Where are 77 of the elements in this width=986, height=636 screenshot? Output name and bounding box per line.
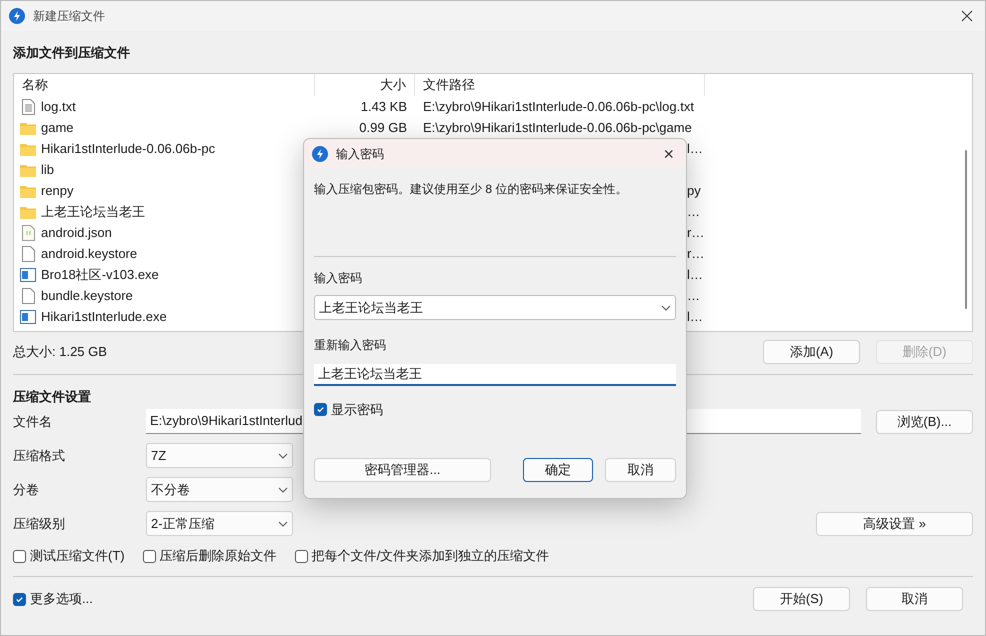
file-name: android.keystore bbox=[41, 244, 138, 263]
app-logo-icon bbox=[9, 8, 25, 24]
field-label: 输入密码 bbox=[314, 270, 363, 285]
file-name: Bro18社区-v103.exe bbox=[41, 266, 159, 284]
button[interactable]: 添加(A) bbox=[763, 340, 860, 364]
button[interactable]: 开始(S) bbox=[753, 587, 850, 611]
password-confirm-field[interactable]: 上老王论坛当老王 bbox=[314, 364, 676, 386]
text-file-icon bbox=[22, 98, 34, 114]
field-label: 重新输入密码 bbox=[314, 337, 387, 352]
file-path: E:\zybro\9Hikari1stInterlude-0.06.06b-pc\game bbox=[423, 120, 692, 135]
program-icon bbox=[20, 310, 36, 324]
file-name: Hikari1stInterlude.exe bbox=[41, 308, 167, 326]
file-path: l… bbox=[687, 140, 703, 156]
chevron-down-icon bbox=[661, 304, 671, 310]
file-name: log.txt bbox=[41, 98, 76, 116]
button[interactable]: 取消 bbox=[866, 587, 963, 611]
file-path: l… bbox=[687, 266, 703, 282]
file-name: 上老王论坛当老王 bbox=[41, 202, 145, 221]
file-path: l… bbox=[687, 308, 703, 324]
column-header[interactable]: 名称 bbox=[14, 74, 315, 96]
file-name: lib bbox=[41, 160, 54, 179]
total-size: 总大小: 1.25 GB bbox=[13, 343, 107, 362]
file-name: game bbox=[41, 118, 74, 137]
file-name: android.json bbox=[41, 224, 112, 242]
folder-icon bbox=[20, 204, 36, 218]
section-title: 压缩文件设置 bbox=[13, 388, 92, 405]
checkbox[interactable]: 更多选项... bbox=[13, 589, 93, 609]
field-label: 分卷 bbox=[13, 480, 40, 499]
chevron-down-icon bbox=[278, 486, 288, 492]
check-icon bbox=[15, 594, 24, 604]
file-path: r… bbox=[687, 246, 704, 261]
file-path: py bbox=[687, 182, 701, 198]
file-path: … bbox=[687, 204, 700, 219]
dialog-message: 输入压缩包密码。建议使用至少 8 位的密码来保证安全性。 bbox=[314, 181, 628, 198]
button[interactable]: 高级设置 » bbox=[816, 512, 973, 536]
json-file-icon bbox=[22, 224, 34, 240]
folder-icon bbox=[20, 142, 36, 156]
button[interactable]: 确定 bbox=[523, 458, 593, 482]
dropdown[interactable]: 2-正常压缩 bbox=[146, 511, 293, 536]
dropdown[interactable]: 不分卷 bbox=[146, 477, 293, 502]
file-path: r… bbox=[687, 224, 704, 240]
password-dropdown[interactable]: 上老王论坛当老王 bbox=[314, 295, 676, 320]
window-title: 新建压缩文件 bbox=[33, 8, 105, 25]
checkbox[interactable]: 测试压缩文件(T) bbox=[13, 546, 125, 566]
button[interactable]: 取消 bbox=[605, 458, 676, 482]
chevron-down-icon bbox=[278, 452, 288, 458]
file-path: … bbox=[687, 288, 700, 303]
close-button[interactable]: × bbox=[663, 144, 674, 162]
folder-icon bbox=[20, 120, 36, 134]
column-header[interactable]: 大小 bbox=[315, 74, 415, 96]
button[interactable]: 密码管理器... bbox=[314, 458, 491, 482]
file-icon bbox=[22, 288, 34, 304]
file-size: 1.43 KB bbox=[360, 98, 407, 116]
button[interactable]: 浏览(B)... bbox=[876, 410, 973, 434]
file-name: Hikari1stInterlude-0.06.06b-pc bbox=[41, 140, 216, 158]
section-title: 添加文件到压缩文件 bbox=[13, 44, 131, 62]
checkbox[interactable]: 压缩后删除原始文件 bbox=[142, 546, 277, 566]
chevron-down-icon bbox=[278, 520, 288, 526]
dialog-title: 输入密码 bbox=[336, 146, 384, 162]
file-name: bundle.keystore bbox=[41, 286, 133, 305]
dropdown[interactable]: 7Z bbox=[146, 443, 293, 468]
file-size: 0.99 GB bbox=[359, 118, 407, 137]
file-path: E:\zybro\9Hikari1stInterlude-0.06.06b-pc\log.txt bbox=[423, 98, 694, 114]
app-logo-icon bbox=[312, 146, 328, 162]
checkbox[interactable]: 显示密码 bbox=[314, 400, 676, 420]
field-label: 文件名 bbox=[13, 412, 53, 431]
column-header[interactable]: 文件路径 bbox=[415, 74, 705, 96]
file-name: renpy bbox=[41, 182, 74, 200]
folder-icon bbox=[20, 162, 36, 176]
check-icon bbox=[316, 405, 325, 414]
field-label: 压缩格式 bbox=[13, 446, 66, 465]
program-icon bbox=[20, 268, 36, 282]
field-label: 压缩级别 bbox=[13, 514, 66, 533]
file-icon bbox=[22, 246, 34, 262]
checkbox[interactable]: 把每个文件/文件夹添加到独立的压缩文件 bbox=[294, 546, 550, 566]
folder-icon bbox=[20, 184, 36, 198]
close-icon[interactable] bbox=[961, 10, 973, 22]
